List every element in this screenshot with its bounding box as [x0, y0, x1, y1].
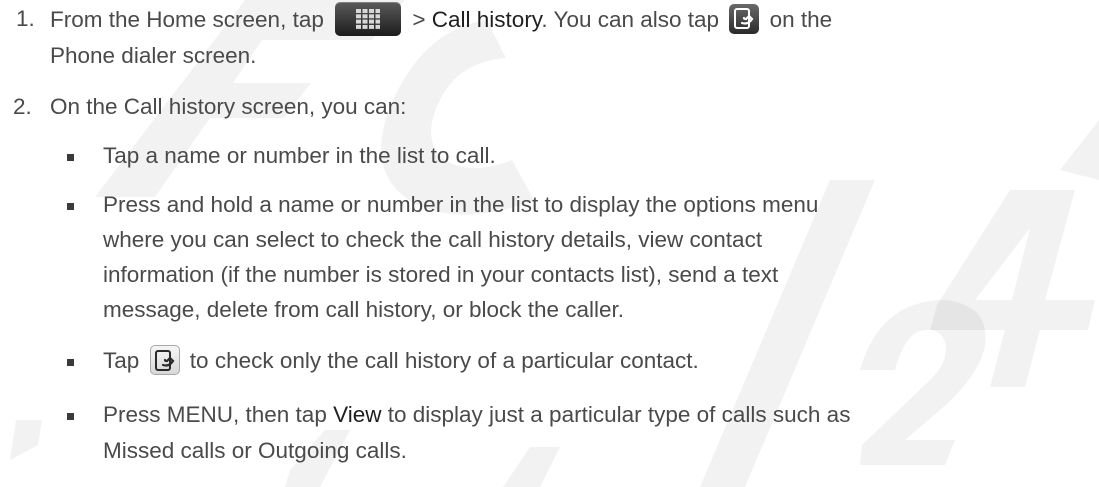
- step-1-text-pre: From the Home screen, tap: [50, 6, 324, 32]
- bullet-marker: [67, 154, 74, 161]
- bullet-1-text: Tap a name or number in the list to call…: [103, 143, 496, 168]
- apps-grid-icon: [335, 2, 402, 36]
- call-history-label: Call history: [431, 6, 542, 32]
- step-2-number: 2.: [13, 94, 32, 119]
- bullet-4-line-2: Missed calls or Outgoing calls.: [103, 438, 407, 463]
- bullet-4-text-pre: Press MENU, then tap: [103, 402, 334, 427]
- call-history-icon: [149, 345, 180, 376]
- step-1-text-post: on the: [763, 6, 833, 32]
- bullet-2-line-1: Press and hold a name or number in the l…: [103, 192, 819, 217]
- bullet-2-line-4: message, delete from call history, or bl…: [103, 297, 625, 322]
- bullet-marker: [67, 203, 74, 210]
- step-1-separator: >: [406, 6, 432, 32]
- step-2-intro: On the Call history screen, you can:: [50, 94, 407, 119]
- step-1-text-mid: . You can also tap: [541, 6, 720, 32]
- bullet-marker: [67, 413, 74, 420]
- bullet-3-text-post: to check only the call history of a part…: [183, 348, 699, 373]
- bullet-3-text-pre: Tap: [103, 348, 140, 373]
- bullet-marker: [67, 359, 74, 366]
- view-label: View: [333, 402, 382, 427]
- step-1-line-2: Phone dialer screen.: [50, 43, 257, 68]
- bullet-4-line-1: Press MENU, then tap View to display jus…: [103, 400, 850, 430]
- bullet-2-line-2: where you can select to check the call h…: [103, 227, 763, 252]
- call-history-icon: [729, 4, 760, 34]
- step-1-number: 1.: [16, 6, 35, 31]
- bullet-2-line-3: information (if the number is stored in …: [103, 262, 779, 287]
- bullet-3-text: Tap to check only the call history of a …: [103, 345, 699, 377]
- bullet-4-text-post: to display just a particular type of cal…: [381, 402, 851, 427]
- step-1-line-1: From the Home screen, tap > Call history…: [50, 2, 833, 38]
- instructions-document: 1. From the Home screen, tap > Call hist…: [0, 0, 1099, 487]
